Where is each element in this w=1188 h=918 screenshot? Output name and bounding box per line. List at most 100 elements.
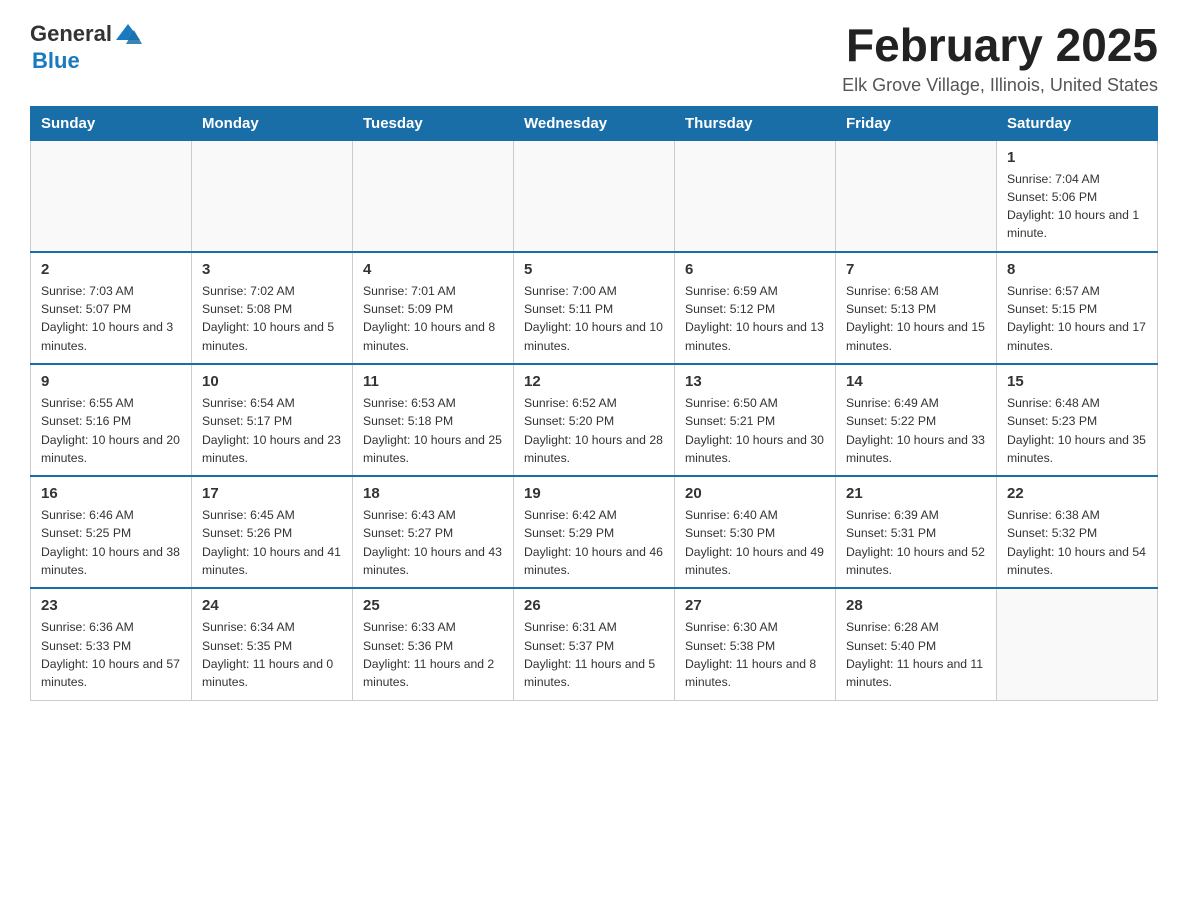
day-info: Sunrise: 6:46 AM Sunset: 5:25 PM Dayligh… (41, 506, 181, 579)
day-number: 5 (524, 261, 664, 278)
day-info: Sunrise: 6:52 AM Sunset: 5:20 PM Dayligh… (524, 394, 664, 467)
calendar-cell: 5 Sunrise: 7:00 AM Sunset: 5:11 PM Daylig… (514, 252, 675, 364)
calendar-cell: 20 Sunrise: 6:40 AM Sunset: 5:30 PM Dayli… (675, 476, 836, 588)
calendar-cell: 27 Sunrise: 6:30 AM Sunset: 5:38 PM Dayli… (675, 588, 836, 700)
calendar-cell: 12 Sunrise: 6:52 AM Sunset: 5:20 PM Dayli… (514, 364, 675, 476)
calendar-cell: 22 Sunrise: 6:38 AM Sunset: 5:32 PM Dayli… (997, 476, 1158, 588)
day-number: 12 (524, 373, 664, 390)
day-number: 21 (846, 485, 986, 502)
day-number: 26 (524, 597, 664, 614)
weekday-header-row: SundayMondayTuesdayWednesdayThursdayFrid… (31, 106, 1158, 140)
calendar-cell: 21 Sunrise: 6:39 AM Sunset: 5:31 PM Dayli… (836, 476, 997, 588)
calendar-cell: 26 Sunrise: 6:31 AM Sunset: 5:37 PM Dayli… (514, 588, 675, 700)
header: General Blue February 2025 Elk Grove Vil… (30, 20, 1158, 96)
day-number: 6 (685, 261, 825, 278)
day-number: 3 (202, 261, 342, 278)
day-info: Sunrise: 6:58 AM Sunset: 5:13 PM Dayligh… (846, 282, 986, 355)
logo-blue-text: Blue (32, 48, 80, 74)
weekday-header-thursday: Thursday (675, 106, 836, 140)
day-number: 14 (846, 373, 986, 390)
calendar-cell (675, 140, 836, 252)
day-number: 27 (685, 597, 825, 614)
calendar-cell (514, 140, 675, 252)
calendar-cell: 4Sunrise: 7:01 AM Sunset: 5:09 PM Daylig… (353, 252, 514, 364)
day-info: Sunrise: 6:38 AM Sunset: 5:32 PM Dayligh… (1007, 506, 1147, 579)
calendar-cell: 11Sunrise: 6:53 AM Sunset: 5:18 PM Dayli… (353, 364, 514, 476)
calendar-cell (836, 140, 997, 252)
logo-general-text: General (30, 21, 112, 47)
week-row-2: 2 Sunrise: 7:03 AM Sunset: 5:07 PM Daylig… (31, 252, 1158, 364)
day-info: Sunrise: 6:57 AM Sunset: 5:15 PM Dayligh… (1007, 282, 1147, 355)
calendar-cell (192, 140, 353, 252)
day-info: Sunrise: 6:55 AM Sunset: 5:16 PM Dayligh… (41, 394, 181, 467)
day-info: Sunrise: 6:49 AM Sunset: 5:22 PM Dayligh… (846, 394, 986, 467)
week-row-1: 1Sunrise: 7:04 AM Sunset: 5:06 PM Daylig… (31, 140, 1158, 252)
day-info: Sunrise: 6:59 AM Sunset: 5:12 PM Dayligh… (685, 282, 825, 355)
calendar-cell: 15 Sunrise: 6:48 AM Sunset: 5:23 PM Dayli… (997, 364, 1158, 476)
calendar-cell (997, 588, 1158, 700)
day-number: 23 (41, 597, 181, 614)
calendar-cell: 25 Sunrise: 6:33 AM Sunset: 5:36 PM Dayli… (353, 588, 514, 700)
weekday-header-saturday: Saturday (997, 106, 1158, 140)
day-number: 28 (846, 597, 986, 614)
day-info: Sunrise: 6:28 AM Sunset: 5:40 PM Dayligh… (846, 618, 986, 691)
calendar-cell: 3 Sunrise: 7:02 AM Sunset: 5:08 PM Daylig… (192, 252, 353, 364)
day-number: 24 (202, 597, 342, 614)
day-number: 1 (1007, 149, 1147, 166)
calendar-table: SundayMondayTuesdayWednesdayThursdayFrid… (30, 106, 1158, 701)
day-info: Sunrise: 6:34 AM Sunset: 5:35 PM Dayligh… (202, 618, 342, 691)
calendar-cell: 23 Sunrise: 6:36 AM Sunset: 5:33 PM Dayli… (31, 588, 192, 700)
day-number: 18 (363, 485, 503, 502)
calendar-cell: 6 Sunrise: 6:59 AM Sunset: 5:12 PM Daylig… (675, 252, 836, 364)
day-info: Sunrise: 7:03 AM Sunset: 5:07 PM Dayligh… (41, 282, 181, 355)
day-number: 15 (1007, 373, 1147, 390)
location-title: Elk Grove Village, Illinois, United Stat… (842, 75, 1158, 96)
day-number: 20 (685, 485, 825, 502)
day-number: 4 (363, 261, 503, 278)
day-number: 22 (1007, 485, 1147, 502)
calendar-cell: 9Sunrise: 6:55 AM Sunset: 5:16 PM Daylig… (31, 364, 192, 476)
day-info: Sunrise: 6:48 AM Sunset: 5:23 PM Dayligh… (1007, 394, 1147, 467)
calendar-cell (353, 140, 514, 252)
day-number: 7 (846, 261, 986, 278)
calendar-cell (31, 140, 192, 252)
day-info: Sunrise: 6:40 AM Sunset: 5:30 PM Dayligh… (685, 506, 825, 579)
day-number: 16 (41, 485, 181, 502)
day-info: Sunrise: 6:53 AM Sunset: 5:18 PM Dayligh… (363, 394, 503, 467)
weekday-header-friday: Friday (836, 106, 997, 140)
weekday-header-sunday: Sunday (31, 106, 192, 140)
day-number: 17 (202, 485, 342, 502)
calendar-cell: 19Sunrise: 6:42 AM Sunset: 5:29 PM Dayli… (514, 476, 675, 588)
weekday-header-monday: Monday (192, 106, 353, 140)
day-info: Sunrise: 6:54 AM Sunset: 5:17 PM Dayligh… (202, 394, 342, 467)
day-info: Sunrise: 7:02 AM Sunset: 5:08 PM Dayligh… (202, 282, 342, 355)
day-info: Sunrise: 6:43 AM Sunset: 5:27 PM Dayligh… (363, 506, 503, 579)
weekday-header-tuesday: Tuesday (353, 106, 514, 140)
day-info: Sunrise: 7:00 AM Sunset: 5:11 PM Dayligh… (524, 282, 664, 355)
day-info: Sunrise: 6:42 AM Sunset: 5:29 PM Dayligh… (524, 506, 664, 579)
logo-icon (114, 20, 142, 48)
calendar-cell: 13Sunrise: 6:50 AM Sunset: 5:21 PM Dayli… (675, 364, 836, 476)
day-number: 13 (685, 373, 825, 390)
day-info: Sunrise: 6:33 AM Sunset: 5:36 PM Dayligh… (363, 618, 503, 691)
logo: General Blue (30, 20, 142, 74)
day-info: Sunrise: 6:36 AM Sunset: 5:33 PM Dayligh… (41, 618, 181, 691)
calendar-cell: 17 Sunrise: 6:45 AM Sunset: 5:26 PM Dayli… (192, 476, 353, 588)
day-info: Sunrise: 6:30 AM Sunset: 5:38 PM Dayligh… (685, 618, 825, 691)
day-number: 8 (1007, 261, 1147, 278)
day-info: Sunrise: 6:31 AM Sunset: 5:37 PM Dayligh… (524, 618, 664, 691)
calendar-cell: 2 Sunrise: 7:03 AM Sunset: 5:07 PM Daylig… (31, 252, 192, 364)
calendar-cell: 24 Sunrise: 6:34 AM Sunset: 5:35 PM Dayli… (192, 588, 353, 700)
day-info: Sunrise: 6:39 AM Sunset: 5:31 PM Dayligh… (846, 506, 986, 579)
week-row-4: 16 Sunrise: 6:46 AM Sunset: 5:25 PM Dayli… (31, 476, 1158, 588)
title-area: February 2025 Elk Grove Village, Illinoi… (842, 20, 1158, 96)
day-info: Sunrise: 6:45 AM Sunset: 5:26 PM Dayligh… (202, 506, 342, 579)
calendar-cell: 1Sunrise: 7:04 AM Sunset: 5:06 PM Daylig… (997, 140, 1158, 252)
week-row-3: 9Sunrise: 6:55 AM Sunset: 5:16 PM Daylig… (31, 364, 1158, 476)
calendar-cell: 7 Sunrise: 6:58 AM Sunset: 5:13 PM Daylig… (836, 252, 997, 364)
day-number: 2 (41, 261, 181, 278)
month-title: February 2025 (842, 20, 1158, 71)
calendar-cell: 8 Sunrise: 6:57 AM Sunset: 5:15 PM Daylig… (997, 252, 1158, 364)
day-number: 25 (363, 597, 503, 614)
day-number: 10 (202, 373, 342, 390)
